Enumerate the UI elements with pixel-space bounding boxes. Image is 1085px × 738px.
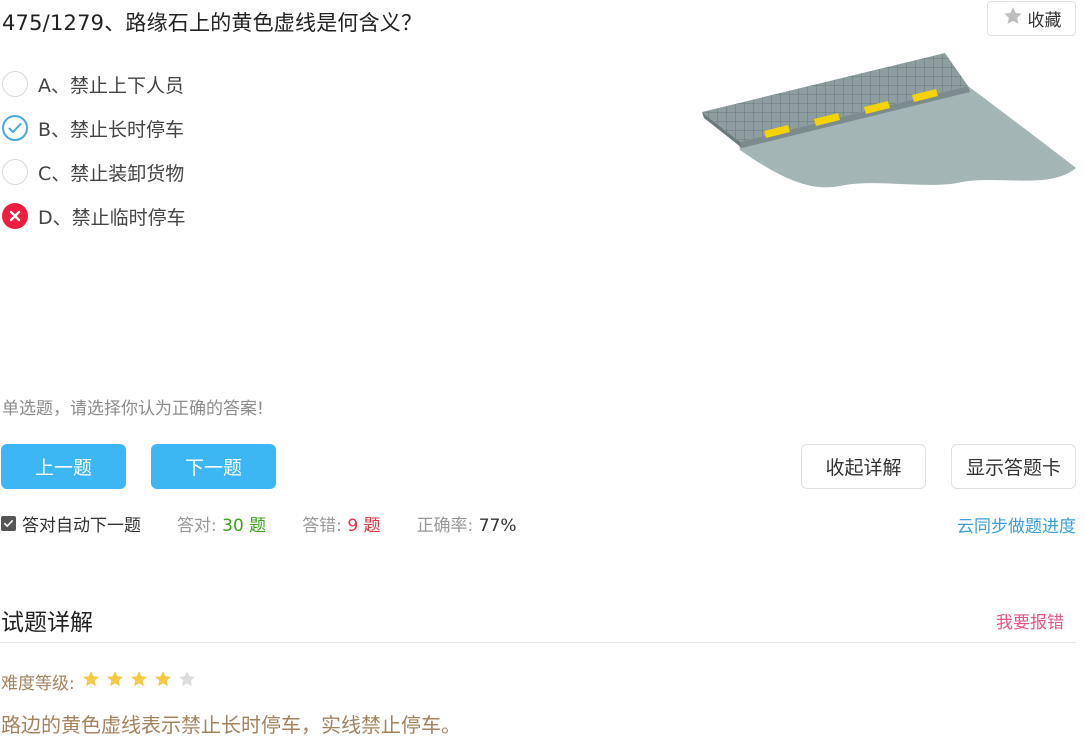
accuracy-rate: 正确率: 77%: [416, 515, 517, 536]
accuracy-rate-value: 77%: [478, 515, 517, 536]
cloud-sync-progress-link[interactable]: 云同步做题进度: [957, 512, 1076, 537]
question-type-hint: 单选题，请选择你认为正确的答案!: [2, 399, 264, 419]
star-filled-icon: [153, 669, 173, 694]
wrong-count: 答错: 9 题: [302, 515, 381, 536]
curb-yellow-dashed-line-illustration: [700, 50, 1076, 195]
option-a[interactable]: A、禁止上下人员: [2, 62, 186, 106]
option-label: D、禁止临时停车: [38, 206, 186, 229]
wrong-count-value: 9 题: [347, 515, 381, 536]
checkbox-checked-icon[interactable]: [1, 515, 16, 531]
auto-next-toggle[interactable]: 答对自动下一题: [1, 511, 141, 536]
question-title: 475/1279、路缘石上的黄色虚线是何含义？: [2, 11, 423, 35]
answer-options: A、禁止上下人员 B、禁止长时停车 C、禁止装卸货物 D、禁止临时停车: [2, 62, 186, 238]
star-filled-icon: [81, 669, 101, 694]
show-answer-card-button[interactable]: 显示答题卡: [951, 444, 1076, 489]
star-empty-icon: [177, 669, 197, 694]
radio-empty-icon[interactable]: [2, 159, 28, 185]
star-icon: [1002, 5, 1024, 32]
option-label: A、禁止上下人员: [38, 74, 184, 97]
option-b[interactable]: B、禁止长时停车: [2, 106, 186, 150]
correct-count-value: 30 题: [222, 515, 267, 536]
correct-count: 答对: 30 题: [177, 515, 267, 536]
auto-next-label: 答对自动下一题: [22, 515, 141, 536]
star-filled-icon: [105, 669, 125, 694]
star-filled-icon: [129, 669, 149, 694]
stats-bar: 答对自动下一题 答对: 30 题 答错: 9 题 正确率: 77%: [1, 510, 553, 536]
next-question-button[interactable]: 下一题: [151, 444, 276, 489]
difficulty-label: 难度等级:: [1, 674, 75, 694]
difficulty-rating: 难度等级:: [1, 669, 197, 694]
favorite-label: 收藏: [1027, 11, 1062, 31]
explanation-section-title: 试题详解: [1, 610, 93, 636]
collapse-explanation-button[interactable]: 收起详解: [801, 444, 926, 489]
option-d[interactable]: D、禁止临时停车: [2, 194, 186, 238]
radio-empty-icon[interactable]: [2, 71, 28, 97]
explanation-text: 路边的黄色虚线表示禁止长时停车，实线禁止停车。: [1, 713, 461, 737]
option-label: C、禁止装卸货物: [38, 162, 185, 185]
difficulty-stars: [81, 669, 197, 694]
option-c[interactable]: C、禁止装卸货物: [2, 150, 186, 194]
report-error-link[interactable]: 我要报错: [996, 608, 1064, 633]
favorite-button[interactable]: 收藏: [987, 1, 1076, 36]
previous-question-button[interactable]: 上一题: [1, 444, 126, 489]
checkmark-icon[interactable]: [2, 115, 28, 141]
option-label: B、禁止长时停车: [38, 118, 185, 141]
cross-icon[interactable]: [2, 203, 28, 229]
section-divider: [0, 642, 1076, 643]
